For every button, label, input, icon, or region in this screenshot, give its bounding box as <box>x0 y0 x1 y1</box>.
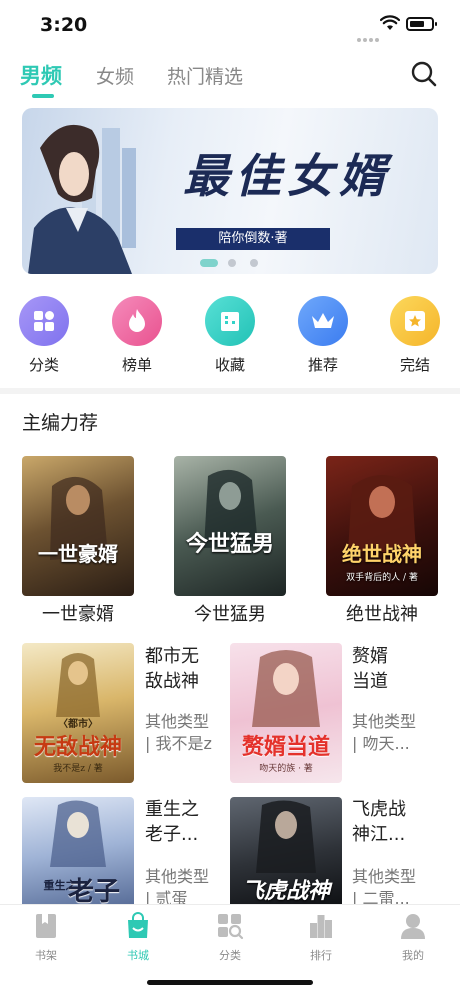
book-cover[interactable]: 赘婿当道 吻天的族 · 著 <box>230 643 342 783</box>
book-cover-title: 一世豪婿 <box>38 542 118 566</box>
book-title[interactable]: 飞虎战 神江... <box>352 797 422 847</box>
book-author: | 吻天... <box>352 734 410 753</box>
book-cover-author: 我不是z / 著 <box>53 764 103 774</box>
nav-label: 分类 <box>219 949 241 962</box>
book-cover-title: 绝世战神 <box>342 542 422 566</box>
book-cover-series: 〈都市〉 <box>58 719 98 730</box>
search-icon[interactable] <box>410 60 438 88</box>
bookshelf-icon <box>36 914 56 938</box>
book-title-line: 神江... <box>352 824 406 845</box>
nav-profile[interactable]: 我的 <box>383 911 443 963</box>
category-completed[interactable]: 完结 <box>383 296 447 375</box>
banner-title: 最佳女婿 <box>183 149 391 203</box>
profile-icon <box>401 914 425 939</box>
category-label: 分类 <box>28 356 59 374</box>
category-label: 收藏 <box>214 356 245 374</box>
banner-character-image <box>28 124 136 274</box>
book-title-line: 当道 <box>352 671 388 692</box>
building-icon <box>205 296 255 346</box>
status-time: 3:20 <box>40 14 88 36</box>
ranking-icon <box>310 915 332 938</box>
nav-label: 排行 <box>310 949 332 962</box>
category-shortcuts: 分类 榜单 收藏 推荐 完结 <box>0 296 460 376</box>
nav-category[interactable]: 分类 <box>200 911 260 963</box>
category-favorites[interactable]: 收藏 <box>198 296 262 375</box>
book-title-line: 飞虎战 <box>352 799 406 820</box>
book-title[interactable]: 都市无 敌战神 <box>145 644 215 694</box>
book-genre: 其他类型 <box>352 712 417 731</box>
book-author: | 贰蛋 <box>145 889 188 904</box>
book-cover-title: 飞虎战神 <box>241 878 330 904</box>
category-label: 完结 <box>399 356 430 374</box>
book-cover[interactable]: 飞虎战神 <box>230 797 342 904</box>
book-author: | 二雷... <box>352 889 410 904</box>
book-title[interactable]: 赘婿 当道 <box>352 644 422 694</box>
flame-icon <box>112 296 162 346</box>
book-title[interactable]: 绝世战神 <box>317 600 447 626</box>
section-title: 主编力荐 <box>22 412 99 434</box>
book-cover-title: 赘婿当道 <box>241 734 330 760</box>
star-icon <box>390 296 440 346</box>
book-cover-art <box>50 476 108 560</box>
category-label: 推荐 <box>307 356 338 374</box>
bag-icon <box>128 912 148 938</box>
book-cover[interactable]: 绝世战神 双手背后的人 / 著 <box>326 456 438 596</box>
book-cover-author: 吻天的族 · 著 <box>259 764 313 774</box>
book-meta: 其他类型 | 二雷... <box>352 866 424 904</box>
nav-bookshelf[interactable]: 书架 <box>16 911 76 963</box>
active-tab-indicator <box>32 94 54 98</box>
book-title-line: 重生之 <box>145 799 199 820</box>
category-recommend[interactable]: 推荐 <box>291 296 355 375</box>
book-meta: 其他类型 | 吻天... <box>352 711 424 755</box>
book-meta: 其他类型 | 贰蛋 <box>145 866 217 904</box>
category-classify[interactable]: 分类 <box>12 296 76 375</box>
book-cover-title: 老子 <box>67 877 120 904</box>
book-title[interactable]: 今世猛男 <box>165 600 295 626</box>
crown-icon <box>298 296 348 346</box>
book-cover-title: 无敌战神 <box>33 734 122 760</box>
book-genre: 其他类型 <box>145 867 210 886</box>
book-cover-author: 双手背后的人 / 著 <box>346 573 418 583</box>
wifi-icon <box>380 15 400 30</box>
tab-female[interactable]: 女频 <box>96 62 134 89</box>
nav-label: 书架 <box>35 949 57 962</box>
status-bar: 3:20 <box>0 0 460 48</box>
book-cover[interactable]: 一世豪婿 <box>22 456 134 596</box>
nav-label: 我的 <box>402 949 424 962</box>
cellular-signal-icon <box>357 27 381 46</box>
book-title-line: 敌战神 <box>145 671 199 692</box>
channel-tabs: 男频 女频 热门精选 <box>0 56 460 104</box>
banner-dot <box>228 258 236 267</box>
grid-icon <box>19 296 69 346</box>
section-divider <box>0 388 460 394</box>
book-title-line: 赘婿 <box>352 646 388 667</box>
tab-male[interactable]: 男频 <box>20 60 62 90</box>
book-title[interactable]: 一世豪婿 <box>13 600 143 626</box>
book-cover[interactable]: 今世猛男 <box>174 456 286 596</box>
book-meta: 其他类型 | 我不是z <box>145 711 217 755</box>
home-indicator[interactable] <box>147 980 313 985</box>
battery-icon <box>406 17 437 31</box>
category-icon <box>218 914 244 940</box>
nav-label: 书城 <box>127 949 149 962</box>
book-cover[interactable]: 重生之 老子 <box>22 797 134 904</box>
banner-author: 陪你倒数·著 <box>176 228 330 250</box>
banner-pagination <box>200 252 272 271</box>
book-title[interactable]: 重生之 老子... <box>145 797 215 847</box>
book-genre: 其他类型 <box>145 712 210 731</box>
book-cover-title: 今世猛男 <box>185 531 274 557</box>
tab-hot-picks[interactable]: 热门精选 <box>167 62 243 89</box>
book-cover[interactable]: 〈都市〉 无敌战神 我不是z / 著 <box>22 643 134 783</box>
book-title-line: 老子... <box>145 824 199 845</box>
book-author: | 我不是z <box>145 734 212 753</box>
book-genre: 其他类型 <box>352 867 417 886</box>
nav-bookstore[interactable]: 书城 <box>108 911 168 963</box>
nav-ranking[interactable]: 排行 <box>291 911 351 963</box>
featured-banner[interactable]: 最佳女婿 陪你倒数·著 <box>22 108 438 274</box>
book-title-line: 都市无 <box>145 646 199 667</box>
banner-dot-active <box>200 258 218 267</box>
category-label: 榜单 <box>121 356 152 374</box>
banner-dot <box>250 258 258 267</box>
category-ranking[interactable]: 榜单 <box>105 296 169 375</box>
